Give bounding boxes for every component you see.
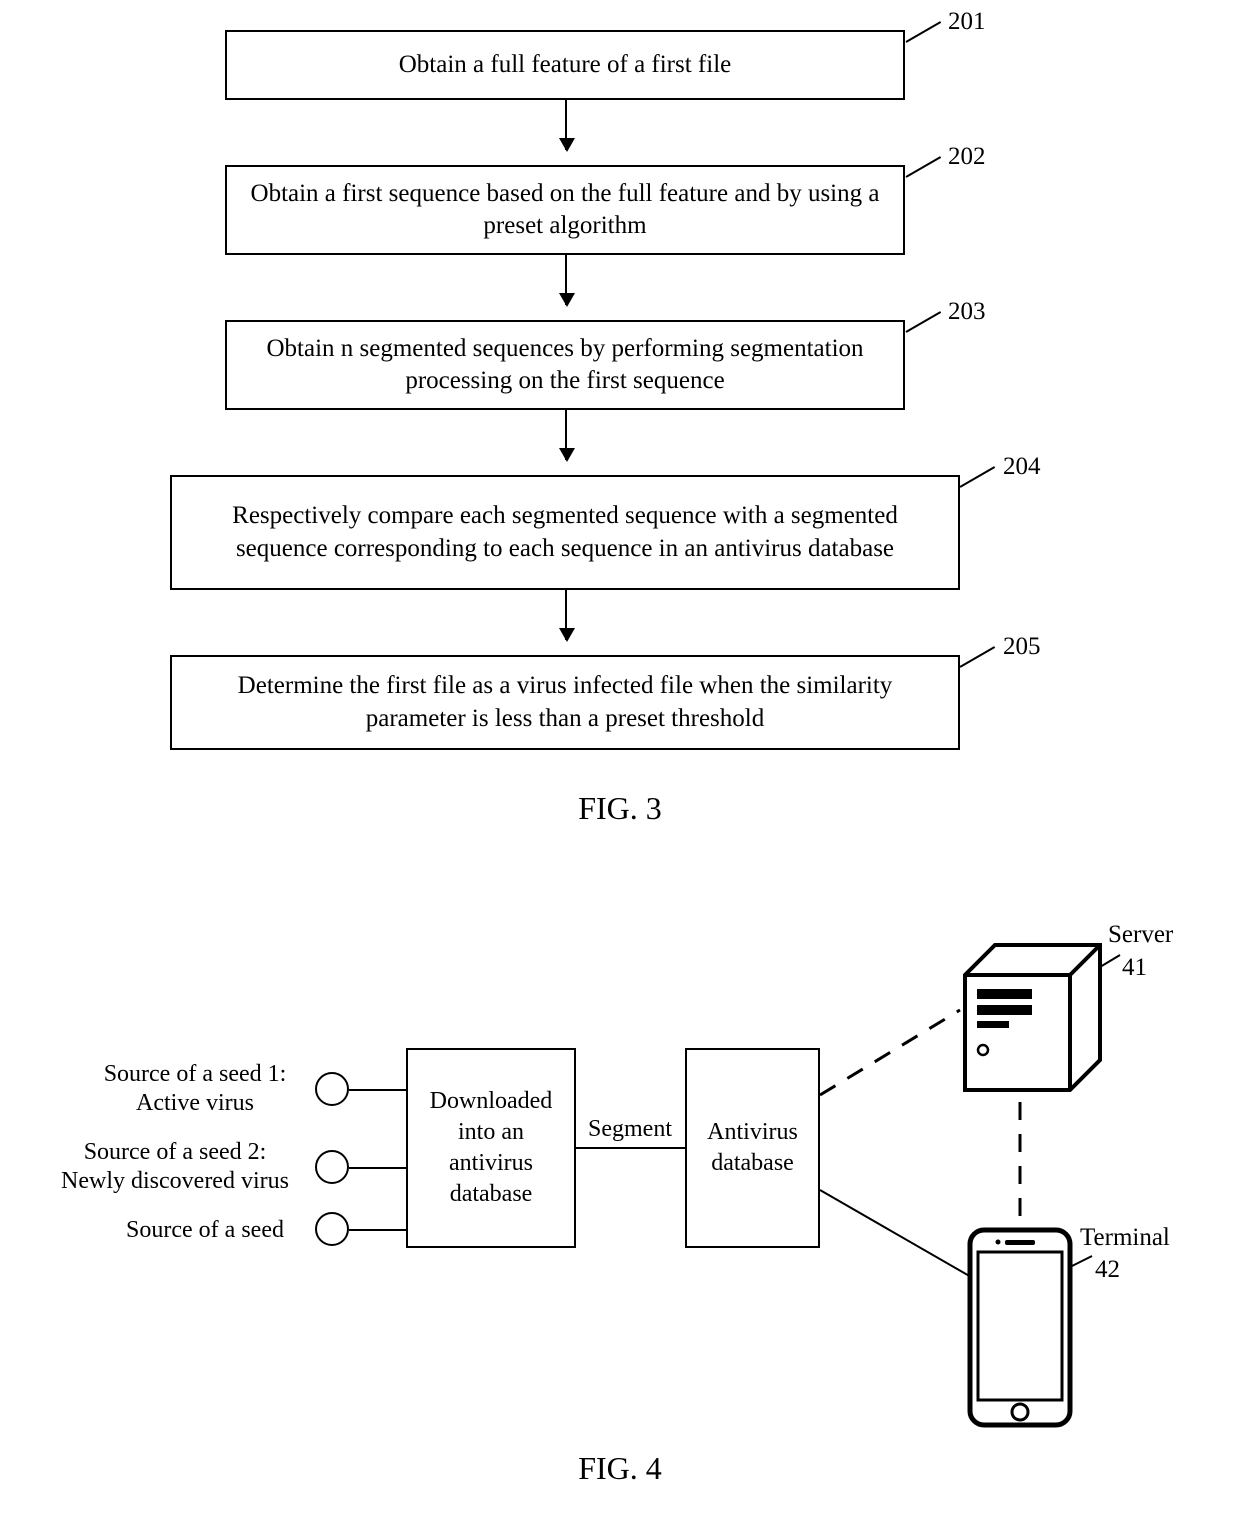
seed-3-line1: Source of a seed <box>105 1216 305 1245</box>
flow-step-text: Respectively compare each segmented sequ… <box>192 500 938 565</box>
seed-3-circle-icon <box>315 1212 349 1246</box>
flow-arrow <box>565 255 567 305</box>
flow-step-text: Determine the first file as a virus infe… <box>192 670 938 735</box>
seed-2-label: Source of a seed 2: Newly discovered vir… <box>40 1138 310 1196</box>
leader-line <box>906 21 942 43</box>
seed-2-line1: Source of a seed 2: <box>40 1138 310 1167</box>
terminal-label-svg: Terminal <box>1080 1224 1170 1251</box>
seed-2-circle-icon <box>315 1150 349 1184</box>
segment-label: Segment <box>580 1115 680 1144</box>
flow-step-text: Obtain n segmented sequences by performi… <box>247 333 883 398</box>
ref-label-205: 205 <box>1003 633 1041 661</box>
antivirus-db-text: Antivirus database <box>695 1117 810 1179</box>
flow-step-204: Respectively compare each segmented sequ… <box>170 475 960 590</box>
leader-line <box>960 466 996 488</box>
flow-step-205: Determine the first file as a virus infe… <box>170 655 960 750</box>
figure-3: Obtain a full feature of a first file 20… <box>0 20 1240 890</box>
connector-line <box>576 1147 685 1149</box>
terminal-icon <box>970 1230 1070 1425</box>
antivirus-db-box: Antivirus database <box>685 1048 820 1248</box>
flow-arrow <box>565 590 567 640</box>
flow-step-203: Obtain n segmented sequences by performi… <box>225 320 905 410</box>
ref-label-201: 201 <box>948 8 986 36</box>
flow-step-text: Obtain a first sequence based on the ful… <box>247 178 883 243</box>
seed-1-label: Source of a seed 1: Active virus <box>85 1060 305 1118</box>
ref-label-202: 202 <box>948 143 986 171</box>
leader-line <box>906 156 942 178</box>
connector-line <box>349 1089 406 1091</box>
ref-label-204: 204 <box>1003 453 1041 481</box>
seed-1-line1: Source of a seed 1: <box>85 1060 305 1089</box>
flow-arrow <box>565 100 567 150</box>
flow-step-202: Obtain a first sequence based on the ful… <box>225 165 905 255</box>
server-ref-svg: 41 <box>1122 954 1147 981</box>
figure-4: Source of a seed 1: Active virus Source … <box>0 920 1240 1480</box>
flow-step-text: Obtain a full feature of a first file <box>399 49 732 82</box>
seed-1-circle-icon <box>315 1072 349 1106</box>
flow-arrow <box>565 410 567 460</box>
figure-3-caption: FIG. 3 <box>0 790 1240 827</box>
terminal-ref-svg: 42 <box>1095 1256 1120 1283</box>
seed-3-label: Source of a seed <box>105 1216 305 1245</box>
connector-line <box>349 1229 406 1231</box>
flow-step-201: Obtain a full feature of a first file <box>225 30 905 100</box>
download-box-text: Downloaded into an antivirus database <box>416 1086 566 1211</box>
ref-label-203: 203 <box>948 298 986 326</box>
server-label-svg: Server <box>1108 921 1174 948</box>
leader-line <box>906 311 942 333</box>
leader-line <box>960 646 996 668</box>
seed-1-line2: Active virus <box>85 1089 305 1118</box>
connector-line <box>349 1167 406 1169</box>
figure-4-caption: FIG. 4 <box>0 1450 1240 1487</box>
seed-2-line2: Newly discovered virus <box>40 1167 310 1196</box>
server-icon <box>965 945 1100 1090</box>
download-box: Downloaded into an antivirus database <box>406 1048 576 1248</box>
